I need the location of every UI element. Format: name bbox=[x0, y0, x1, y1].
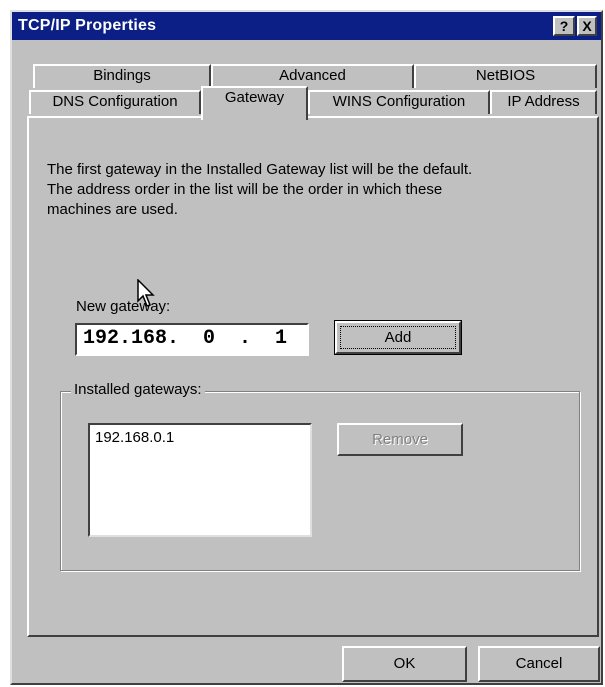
cancel-button[interactable]: Cancel bbox=[478, 646, 600, 682]
window-title: TCP/IP Properties bbox=[18, 17, 157, 34]
add-button[interactable]: Add bbox=[334, 320, 462, 355]
remove-button[interactable]: Remove bbox=[337, 423, 463, 456]
title-bar[interactable]: TCP/IP Properties ? X bbox=[12, 12, 601, 40]
remove-button-label: Remove bbox=[372, 431, 428, 448]
gateway-panel: The first gateway in the Installed Gatew… bbox=[27, 116, 599, 637]
tab-gateway[interactable]: Gateway bbox=[201, 86, 308, 120]
tab-netbios[interactable]: NetBIOS bbox=[414, 64, 597, 88]
tab-bindings[interactable]: Bindings bbox=[33, 64, 211, 88]
cancel-button-label: Cancel bbox=[515, 655, 563, 672]
installed-gateways-list[interactable]: 192.168.0.1 bbox=[88, 423, 312, 537]
tcpip-properties-dialog: TCP/IP Properties ? X Bindings Advanced … bbox=[10, 10, 603, 685]
tab-wins-configuration[interactable]: WINS Configuration bbox=[308, 90, 490, 114]
add-button-label: Add bbox=[340, 326, 456, 349]
tab-ip-address[interactable]: IP Address bbox=[490, 90, 597, 114]
description-line-2: The address order in the list will be th… bbox=[47, 181, 443, 198]
mouse-pointer-icon bbox=[137, 279, 155, 307]
ok-button-label: OK bbox=[393, 655, 416, 672]
close-button[interactable]: X bbox=[577, 16, 597, 36]
description-line-1: The first gateway in the Installed Gatew… bbox=[47, 161, 473, 178]
new-gateway-ip-input[interactable]: 192.168. 0 . 1 bbox=[75, 323, 309, 356]
tab-dns-configuration[interactable]: DNS Configuration bbox=[29, 90, 201, 114]
installed-gateways-group: Installed gateways: 192.168.0.1 Remove bbox=[60, 381, 580, 571]
gateway-description: The first gateway in the Installed Gatew… bbox=[47, 160, 577, 220]
installed-gateways-label: Installed gateways: bbox=[71, 381, 205, 398]
help-button[interactable]: ? bbox=[553, 16, 575, 36]
tab-advanced[interactable]: Advanced bbox=[211, 64, 414, 88]
description-line-3: machines are used. bbox=[47, 201, 178, 218]
ok-button[interactable]: OK bbox=[342, 646, 467, 682]
list-item[interactable]: 192.168.0.1 bbox=[95, 429, 174, 446]
